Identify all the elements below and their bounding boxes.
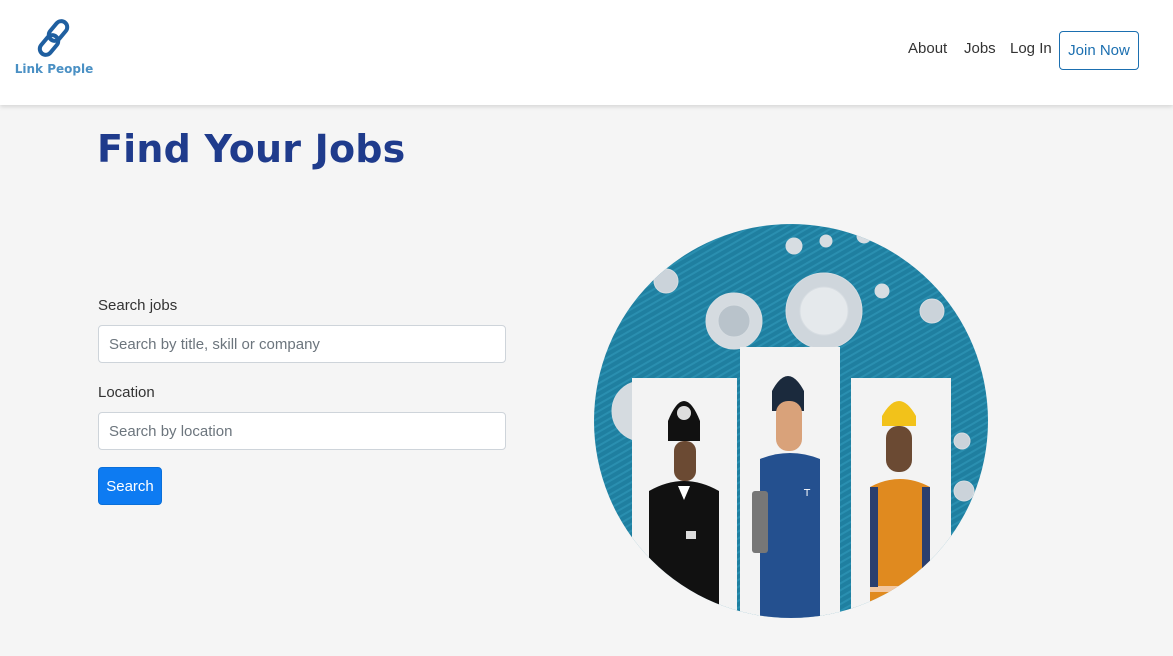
svg-text:T: T — [803, 488, 811, 499]
brand-logo[interactable]: Link People — [14, 16, 94, 86]
join-now-button[interactable]: Join Now — [1059, 31, 1139, 70]
search-jobs-input[interactable] — [98, 325, 506, 363]
nav-jobs[interactable]: Jobs — [964, 40, 996, 57]
page-title: Find Your Jobs — [97, 127, 406, 171]
navbar: Link People About Jobs Log In Join Now — [0, 0, 1173, 105]
brand-name: Link People — [14, 62, 94, 76]
nav-about[interactable]: About — [908, 40, 947, 57]
hero-illustration: T — [594, 224, 988, 618]
location-label: Location — [98, 384, 155, 401]
search-button[interactable]: Search — [98, 467, 162, 505]
chain-link-icon — [37, 19, 70, 57]
location-input[interactable] — [98, 412, 506, 450]
nav-login[interactable]: Log In — [1010, 40, 1052, 57]
search-jobs-label: Search jobs — [98, 297, 178, 314]
